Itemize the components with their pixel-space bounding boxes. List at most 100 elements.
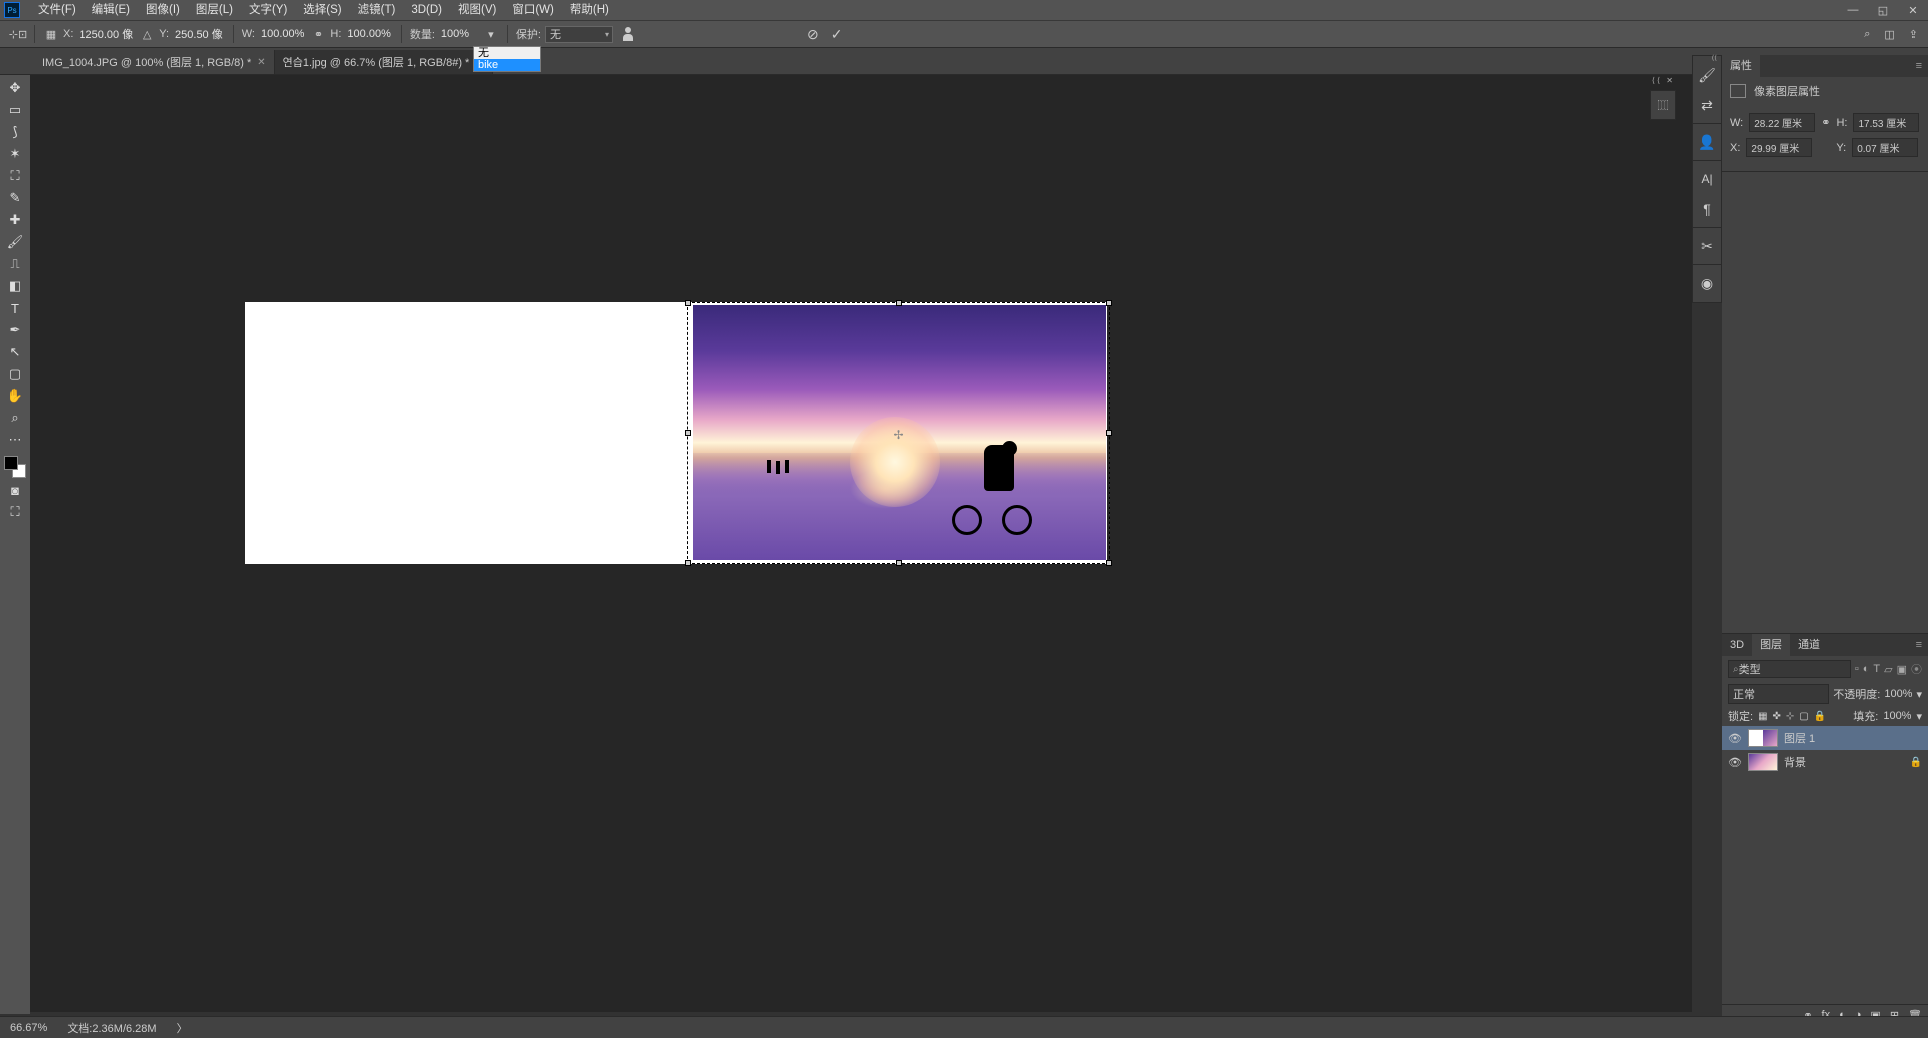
protect-select[interactable]: 无 [545, 26, 613, 43]
cancel-transform-button[interactable]: ⊘ [807, 26, 819, 43]
protect-option-none[interactable]: 无 [474, 47, 540, 59]
visibility-toggle-icon[interactable]: 👁 [1728, 732, 1742, 745]
status-arrow-icon[interactable]: 〉 [177, 1020, 188, 1036]
menu-image[interactable]: 图像(I) [138, 0, 188, 20]
layer-thumbnail[interactable] [1748, 753, 1778, 771]
brush-tool[interactable]: 🖌 [4, 232, 26, 252]
layer-bg-name[interactable]: 背景 [1784, 754, 1806, 770]
transform-center-icon[interactable]: ✢ [894, 428, 903, 437]
layer-1-name[interactable]: 图层 1 [1784, 730, 1815, 746]
link-dims-icon[interactable]: ⚭ [1821, 116, 1830, 129]
transform-handle-mr[interactable] [1106, 430, 1112, 436]
status-docsize[interactable]: 文档:2.36M/6.28M [67, 1020, 156, 1036]
tab-1-close-icon[interactable]: ✕ [257, 57, 265, 68]
lasso-tool[interactable]: ⟆ [4, 122, 26, 142]
layers-tab[interactable]: 图层 [1752, 634, 1790, 656]
filter-pixel-icon[interactable]: ▫ [1855, 663, 1859, 675]
history-panel-icon[interactable]: ⿲ [1652, 94, 1674, 116]
layer-item-1[interactable]: 👁 图层 1 [1722, 726, 1928, 750]
commit-transform-button[interactable]: ✓ [831, 26, 843, 43]
move-tool[interactable]: ✥ [4, 78, 26, 98]
arrange-icon[interactable]: ◫ [1884, 28, 1894, 41]
fill-arrow-icon[interactable]: ▾ [1916, 710, 1922, 723]
crop-tool[interactable]: ⛶ [4, 166, 26, 186]
character-panel-icon[interactable]: 👤 [1693, 127, 1721, 157]
filter-toggle-icon[interactable]: ⦿ [1911, 661, 1922, 677]
floating-panel[interactable]: ⿲ [1650, 90, 1676, 120]
adjust-panel-icon[interactable]: ✂ [1693, 231, 1721, 261]
magic-wand-tool[interactable]: ✶ [4, 144, 26, 164]
lock-all-icon[interactable]: 🔒 [1814, 711, 1826, 722]
lock-icon[interactable]: 🔒 [1910, 757, 1922, 768]
properties-tab[interactable]: 属性 [1722, 55, 1760, 77]
layer-filter-kind[interactable]: ⌕ 类型 [1728, 660, 1851, 678]
canvas-area[interactable]: ✢ [30, 75, 1692, 1012]
layers-menu-icon[interactable]: ≡ [1910, 639, 1928, 651]
hand-tool[interactable]: ✋ [4, 386, 26, 406]
filter-shape-icon[interactable]: ▱ [1884, 663, 1892, 676]
reference-point-icon[interactable]: ▦ [43, 26, 59, 42]
transform-handle-tl[interactable] [685, 300, 691, 306]
menu-help[interactable]: 帮助(H) [562, 0, 617, 20]
menu-file[interactable]: 文件(F) [30, 0, 84, 20]
w-input[interactable]: 100.00% [259, 28, 306, 40]
type-tool[interactable]: T [4, 298, 26, 318]
swap-panel-icon[interactable]: ⇄ [1693, 90, 1721, 120]
opacity-arrow-icon[interactable]: ▾ [1916, 688, 1922, 701]
filter-type-icon[interactable]: T [1873, 663, 1880, 675]
transform-bounding-box[interactable]: ✢ [687, 302, 1110, 564]
qty-dropdown-icon[interactable]: ▾ [483, 26, 499, 42]
prop-h-input[interactable]: 17.53 厘米 [1853, 113, 1919, 132]
visibility-toggle-icon[interactable]: 👁 [1728, 756, 1742, 769]
layer-thumbnail[interactable] [1748, 729, 1778, 747]
search-icon[interactable]: ⌕ [1864, 28, 1870, 41]
transform-handle-ml[interactable] [685, 430, 691, 436]
transform-handle-tr[interactable] [1106, 300, 1112, 306]
menu-edit[interactable]: 编辑(E) [84, 0, 138, 20]
protect-option-bike[interactable]: bike [474, 59, 540, 71]
eyedropper-tool[interactable]: ✎ [4, 188, 26, 208]
link-wh-icon[interactable]: ⚭ [310, 26, 326, 42]
quickmask-tool[interactable]: ◙ [4, 480, 26, 500]
window-minimize-button[interactable]: — [1838, 0, 1868, 20]
h-input[interactable]: 100.00% [345, 28, 392, 40]
menu-layer[interactable]: 图层(L) [188, 0, 241, 20]
qty-input[interactable]: 100% [439, 28, 479, 40]
eraser-tool[interactable]: ◧ [4, 276, 26, 296]
pen-tool[interactable]: ✒ [4, 320, 26, 340]
transform-handle-bm[interactable] [896, 560, 902, 566]
paragraph-panel-icon[interactable]: ¶ [1693, 194, 1721, 224]
status-zoom[interactable]: 66.67% [10, 1022, 47, 1034]
menu-window[interactable]: 窗口(W) [504, 0, 562, 20]
3d-tab[interactable]: 3D [1722, 634, 1752, 656]
protect-dropdown[interactable]: 无 bike [473, 46, 541, 72]
filter-smart-icon[interactable]: ▣ [1897, 663, 1907, 676]
edit-toolbar[interactable]: ⋯ [4, 430, 26, 450]
healing-tool[interactable]: ✚ [4, 210, 26, 230]
x-input[interactable]: 1250.00 像 [77, 26, 135, 42]
lock-artboard-icon[interactable]: ⊹ [1786, 711, 1794, 722]
zoom-tool[interactable]: ⌕ [4, 408, 26, 428]
channels-tab[interactable]: 通道 [1790, 634, 1828, 656]
delta-icon[interactable]: △ [139, 26, 155, 42]
stamp-tool[interactable]: ⎍ [4, 254, 26, 274]
document-tab-2[interactable]: 연습1.jpg @ 66.7% (图层 1, RGB/8#) * ✕ [275, 50, 493, 74]
screenmode-tool[interactable]: ⛶ [4, 502, 26, 522]
panel-menu-icon[interactable]: ≡ [1910, 60, 1928, 72]
person-icon[interactable] [623, 27, 633, 41]
transform-handle-bl[interactable] [685, 560, 691, 566]
transform-handle-br[interactable] [1106, 560, 1112, 566]
prop-x-input[interactable]: 29.99 厘米 [1746, 138, 1812, 157]
lock-position-icon[interactable]: ✜ [1773, 711, 1781, 722]
opacity-value[interactable]: 100% [1884, 688, 1912, 700]
prop-y-input[interactable]: 0.07 厘米 [1852, 138, 1918, 157]
marquee-tool[interactable]: ▭ [4, 100, 26, 120]
window-restore-button[interactable]: ◱ [1868, 0, 1898, 20]
menu-3d[interactable]: 3D(D) [403, 0, 450, 20]
brush-panel-icon[interactable]: 🖌 [1693, 60, 1721, 90]
window-close-button[interactable]: ✕ [1898, 0, 1928, 20]
menu-view[interactable]: 视图(V) [450, 0, 504, 20]
y-input[interactable]: 250.50 像 [173, 26, 225, 42]
menu-filter[interactable]: 滤镜(T) [350, 0, 404, 20]
document-tab-1[interactable]: IMG_1004.JPG @ 100% (图层 1, RGB/8) * ✕ [34, 50, 275, 74]
